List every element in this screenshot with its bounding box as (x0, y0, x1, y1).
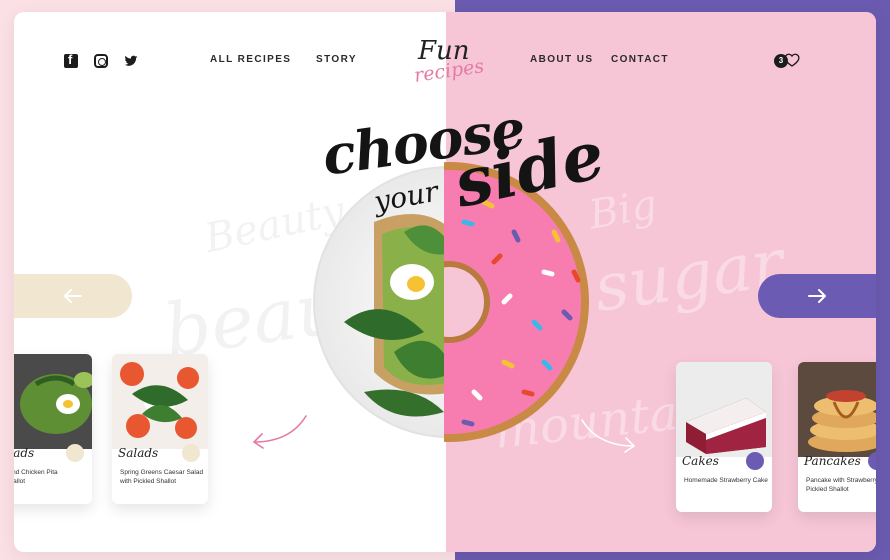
recipe-badge (868, 452, 876, 470)
instagram-icon[interactable] (94, 54, 108, 68)
recipe-title: Spring Greens Caesar Salad with Pickled … (120, 469, 204, 485)
recipe-title: Pancake with Strawberry Pickled Shallot (806, 477, 876, 493)
hero-card: Beauty beauty Big sugar mountain choose … (14, 12, 876, 552)
previous-arrow-button[interactable] (14, 274, 132, 318)
recipe-card[interactable]: Salads Spring Greens Caesar Salad with P… (112, 354, 208, 504)
recipe-badge (66, 444, 84, 462)
top-navigation: ALL RECIPES STORY Fun recipes ABOUT US C… (14, 12, 876, 102)
recipe-badge (182, 444, 200, 462)
curved-arrow-right-decoration (581, 419, 636, 453)
recipe-card[interactable]: Cakes Homemade Strawberry Cake (676, 362, 772, 512)
nav-story[interactable]: STORY (316, 54, 357, 65)
arrow-right-icon (808, 289, 826, 303)
recipe-category: Salads (14, 446, 35, 460)
heart-icon (784, 53, 800, 67)
favorites-button[interactable]: 3 (774, 52, 802, 70)
recipe-category: Pancakes (804, 454, 861, 468)
facebook-icon[interactable] (64, 52, 78, 68)
recipe-card[interactable]: Pancakes Pancake with Strawberry Pickled… (798, 362, 876, 512)
recipe-title: Homemade Strawberry Cake (684, 477, 768, 484)
recipe-badge (746, 452, 764, 470)
curved-arrow-left-decoration (252, 415, 307, 449)
recipe-photo (676, 362, 772, 457)
twitter-icon[interactable] (124, 54, 138, 68)
social-links (64, 52, 138, 68)
recipe-photo (798, 362, 876, 457)
brand-logo[interactable]: Fun recipes (408, 36, 486, 96)
recipe-category: Cakes (682, 454, 719, 468)
nav-about-us[interactable]: ABOUT US (530, 54, 593, 65)
recipe-title: ale and Chicken Pita edShallot (14, 469, 58, 485)
nav-contact[interactable]: CONTACT (611, 54, 669, 65)
recipe-photo (112, 354, 208, 449)
arrow-left-icon (64, 289, 82, 303)
next-arrow-button[interactable] (758, 274, 876, 318)
recipe-card[interactable]: Salads ale and Chicken Pita edShallot (14, 354, 92, 504)
recipe-photo (14, 354, 92, 449)
recipe-category: Salads (118, 446, 159, 460)
nav-all-recipes[interactable]: ALL RECIPES (210, 54, 291, 65)
